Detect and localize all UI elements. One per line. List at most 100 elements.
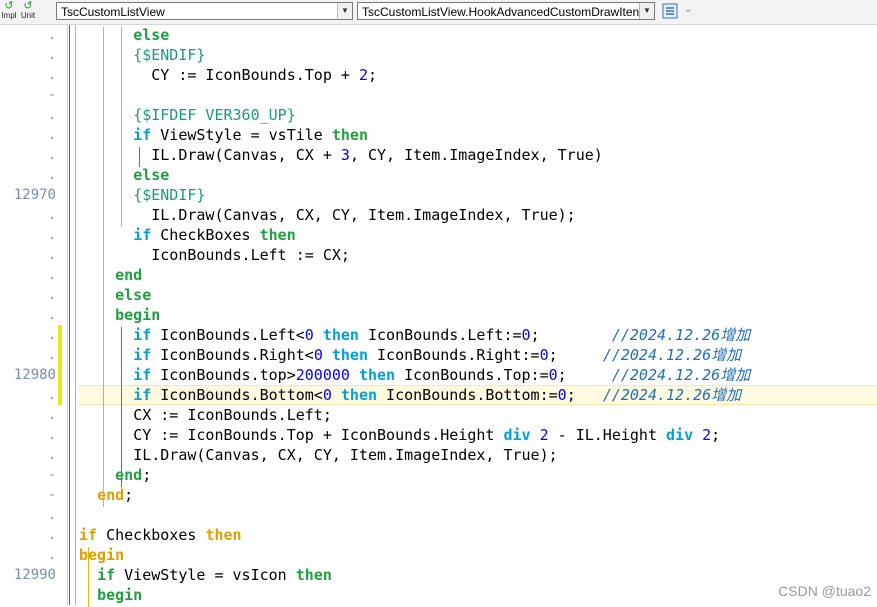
class-selector-value: TscCustomListView [61,5,165,19]
code-token: ; [368,66,378,84]
code-line[interactable]: IL.Draw(Canvas, CX, CY, Item.ImageIndex,… [79,205,877,225]
code-line[interactable]: if IconBounds.Left<0 then IconBounds.Lef… [79,325,877,345]
code-token: 0 [539,346,549,364]
code-token: IconBounds.Bottom< [151,386,323,404]
code-token: if [133,386,152,404]
indent-guide [120,327,122,487]
code-line[interactable]: if ViewStyle = vsIcon then [79,565,877,585]
chevron-down-icon[interactable]: ▼ [639,3,654,19]
code-token: IL.Draw(Canvas, CX, CY, Item.ImageIndex,… [151,206,576,224]
line-marker: . [47,107,56,123]
margin-line [75,25,76,605]
code-token: IconBounds.Right< [151,346,314,364]
code-token: //2024.12.26增加 [611,366,751,384]
code-token: 0 [322,386,332,404]
code-token: {$IFDEF VER360_UP} [133,106,296,124]
code-line[interactable]: if IconBounds.top>200000 then IconBounds… [79,365,877,385]
code-token: ; [557,366,612,384]
code-token: end [97,486,125,504]
code-line[interactable]: CY := IconBounds.Top + IconBounds.Height… [79,425,877,445]
code-token: ViewStyle = vsIcon [115,566,296,584]
code-token: if [97,566,116,584]
impl-label: Impl [1,11,17,20]
code-line[interactable]: if IconBounds.Right<0 then IconBounds.Ri… [79,345,877,365]
code-token: div [666,426,694,444]
code-line[interactable]: IconBounds.Left := CX; [79,245,877,265]
code-line[interactable]: if Checkboxes then [79,525,877,545]
code-line[interactable]: begin [79,305,877,325]
method-selector[interactable]: TscCustomListView.HookAdvancedCustomDraw… [357,2,655,20]
class-selector[interactable]: TscCustomListView ▼ [56,2,353,20]
code-token: end [115,466,143,484]
code-token: IconBounds.Bottom:= [377,386,558,404]
line-marker: . [47,207,56,223]
method-selector-value: TscCustomListView.HookAdvancedCustomDraw… [362,5,640,19]
code-line[interactable]: end [79,265,877,285]
line-marker: . [47,307,56,323]
unit-button[interactable]: ↺ Unit [18,1,38,23]
code-token: then [331,126,368,144]
line-marker: . [47,387,56,403]
code-line[interactable]: end; [79,485,877,505]
code-line[interactable]: {$ENDIF} [79,185,877,205]
code-token: ViewStyle = vsTile [151,126,332,144]
code-line[interactable]: IL.Draw(Canvas, CX, CY, Item.ImageIndex,… [79,445,877,465]
line-marker: . [47,287,56,303]
line-number: 12980 [13,367,56,383]
unit-label: Unit [20,11,36,20]
structure-view-icon[interactable] [662,3,678,19]
code-line[interactable]: begin [79,545,877,565]
code-token: IL.Draw(Canvas, CX, CY, Item.ImageIndex,… [133,446,558,464]
code-line[interactable]: begin [79,585,877,605]
code-token: IconBounds.Left:= [358,326,522,344]
code-token: begin [115,306,161,324]
code-token: - IL.Height [548,426,667,444]
chevron-down-icon[interactable]: ⌄ [684,4,692,15]
indent-guide [88,547,90,607]
code-token: ; [548,346,603,364]
code-line[interactable]: {$IFDEF VER360_UP} [79,105,877,125]
impl-button[interactable]: ↺ Impl [0,1,18,23]
code-token: 0 [521,326,531,344]
chevron-down-icon[interactable]: ▼ [337,3,352,19]
code-line[interactable] [79,85,877,105]
gutter-divider [67,25,68,605]
indent-guide [120,27,122,227]
code-line[interactable] [79,505,877,525]
code-token: ; [142,466,152,484]
code-token: , CY, Item.ImageIndex, True) [349,146,603,164]
current-code-line[interactable]: if IconBounds.Bottom<0 then IconBounds.B… [79,385,877,405]
code-editor[interactable]: else {$ENDIF} CY := IconBounds.Top + 2; … [79,25,877,607]
code-token: CY := IconBounds.Top + [151,66,359,84]
code-line[interactable]: if ViewStyle = vsTile then [79,125,877,145]
code-token: begin [97,586,143,604]
code-line[interactable]: else [79,25,877,45]
code-line[interactable]: {$ENDIF} [79,45,877,65]
line-marker: . [47,447,56,463]
line-marker: . [47,327,56,343]
line-number: 12990 [13,567,56,583]
code-line[interactable]: else [79,285,877,305]
code-line[interactable]: CY := IconBounds.Top + 2; [79,65,877,85]
code-token: end [115,266,143,284]
line-marker: - [47,487,56,503]
code-line[interactable]: CX := IconBounds.Left; [79,405,877,425]
code-line[interactable]: end; [79,465,877,485]
line-marker: . [47,27,56,43]
code-line[interactable]: if CheckBoxes then [79,225,877,245]
code-token: {$ENDIF} [133,186,206,204]
code-line[interactable]: else [79,165,877,185]
code-token: Checkboxes [97,526,206,544]
code-line[interactable]: IL.Draw(Canvas, CX + 3, CY, Item.ImageIn… [79,145,877,165]
line-marker: . [47,47,56,63]
modified-line-marker [58,385,62,405]
